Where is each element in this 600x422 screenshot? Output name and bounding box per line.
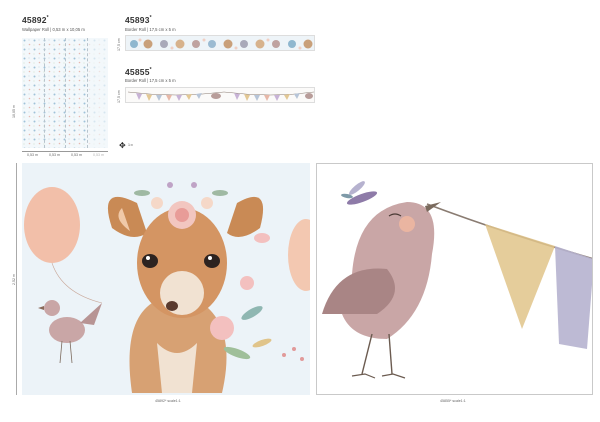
- wallpaper-width-dimline: [22, 151, 108, 152]
- panel-height-dimline: [16, 163, 17, 395]
- deer-illustration: [24, 182, 310, 393]
- roll-width-label-2: 0,53 m: [49, 153, 60, 157]
- deer-panel-preview: [22, 163, 310, 395]
- border-animals-pattern: [130, 38, 313, 50]
- border-strip-bunting: [125, 87, 315, 103]
- product-desc-border-1: Border Roll | 17,5 cm x 5 m: [125, 27, 176, 32]
- product-desc-wallpaper: Wallpaper Roll | 0,53 m x 10,05 m: [22, 27, 85, 32]
- border-strip-animals: [125, 35, 315, 51]
- wallpaper-swatch: [22, 38, 108, 148]
- border-height-label-1: 17,5 cm: [117, 38, 121, 51]
- left-panel-caption: 45892* scale1:1: [155, 399, 181, 403]
- roll-width-label-4: 0,53 m: [93, 153, 104, 157]
- product-code-wallpaper: 45892*: [22, 15, 49, 25]
- wallpaper-height-label: 10,05 m: [12, 105, 16, 118]
- product-code-border-1: 45893*: [125, 15, 152, 25]
- move-arrows-icon: ✥: [119, 141, 126, 150]
- bird-illustration: [322, 181, 592, 379]
- roll-width-label-3: 0,53 m: [71, 153, 82, 157]
- border-height-label-2: 17,5 cm: [117, 90, 121, 103]
- roll-width-label-1: 0,53 m: [27, 153, 38, 157]
- product-desc-border-2: Border Roll | 17,5 cm x 5 m: [125, 78, 176, 83]
- panel-height-label: 2,52 m: [12, 274, 16, 285]
- product-code-border-2: 45855*: [125, 67, 152, 77]
- bird-panel-preview: [316, 163, 593, 395]
- border-bunting-pattern: [127, 91, 314, 101]
- scale-label: 1:x: [128, 143, 133, 147]
- right-panel-caption: 45855* scale1:1: [440, 399, 466, 403]
